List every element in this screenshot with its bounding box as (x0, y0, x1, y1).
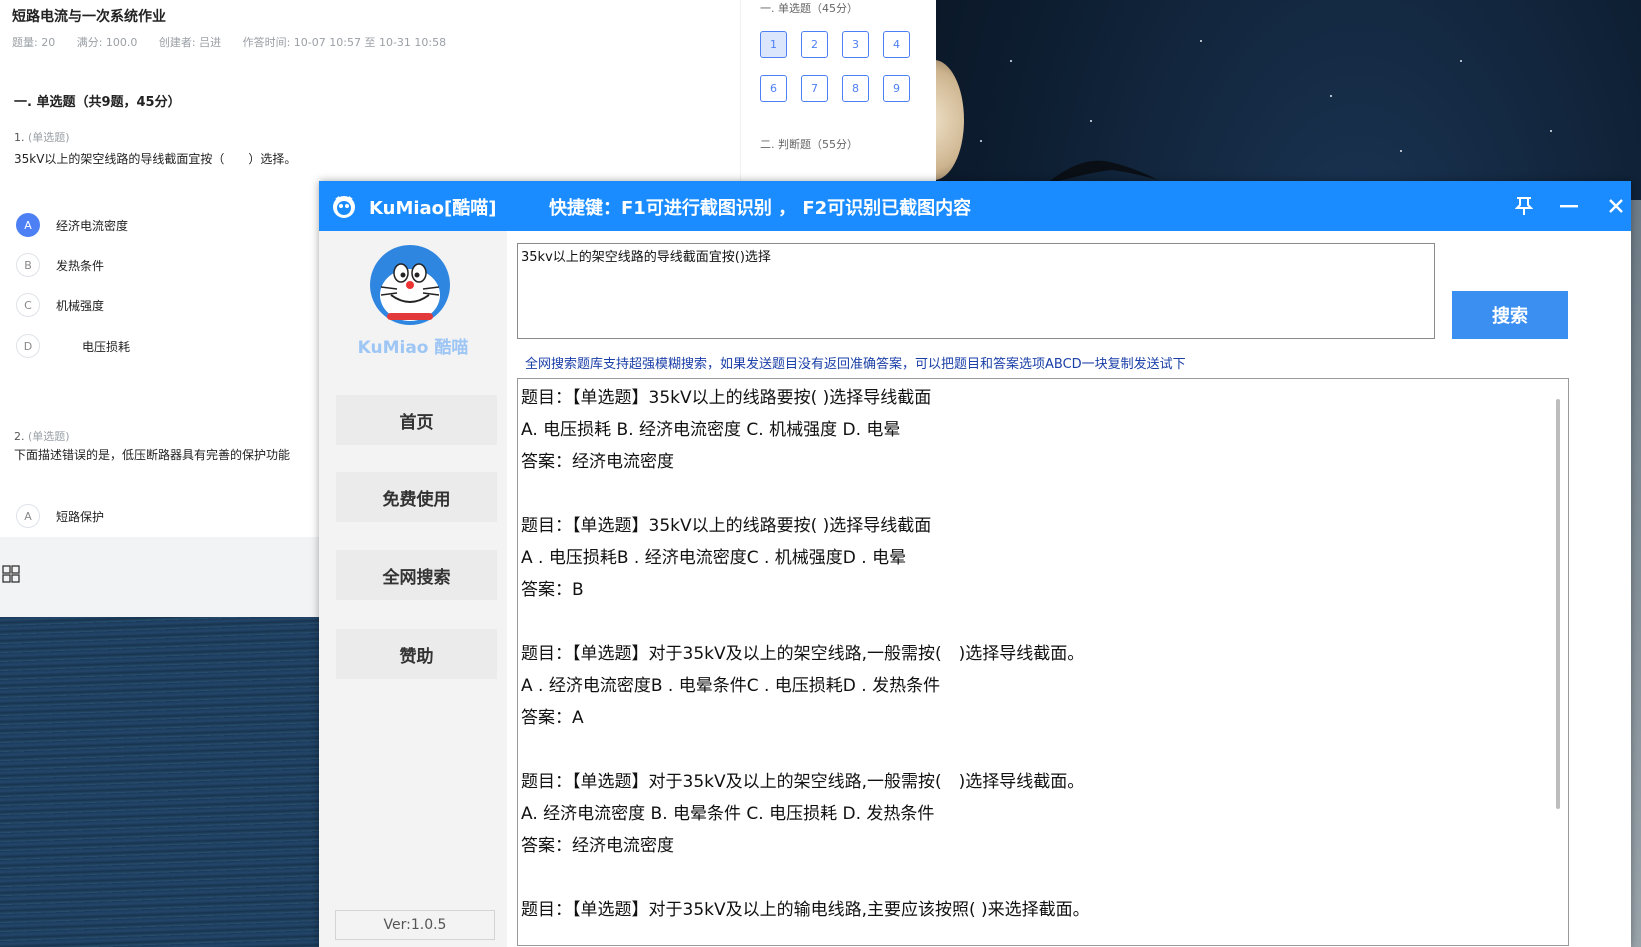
answer-sheet-section-2: 二. 判断题（55分） (760, 138, 858, 151)
option-label: 电压损耗 (82, 339, 131, 354)
wallpaper-star (1550, 130, 1552, 132)
search-button[interactable]: 搜索 (1452, 291, 1568, 339)
logo-text: KuMiao 酷喵 (357, 338, 469, 358)
question-2-number: 2. (14, 430, 25, 443)
option-label: 短路保护 (56, 509, 105, 524)
answer-sheet-q9[interactable]: 9 (883, 75, 910, 102)
title-bar[interactable]: KuMiao[酷喵] 快捷键：F1可进行截图识别 ， F2可识别已截图内容 (319, 181, 1631, 231)
result-line: A. 电压损耗 B. 经济电流密度 C. 机械强度 D. 电晕 (521, 420, 901, 440)
question-1-head: 1. (单选题) (14, 129, 70, 145)
wallpaper-star (1330, 95, 1332, 97)
wallpaper-star (1400, 150, 1402, 152)
quiz-full-score: 满分: 100.0 (76, 36, 138, 49)
desktop-wallpaper-edge (1630, 200, 1641, 947)
result-line: 题目：【单选题】35kV以上的线路要按( )选择导线截面 (521, 388, 932, 408)
quiz-count: 题量: 20 (12, 36, 56, 49)
answer-sheet-q4[interactable]: 4 (883, 31, 910, 58)
result-line: 答案：A (521, 708, 584, 728)
results-list: 题目：【单选题】35kV以上的线路要按( )选择导线截面 A. 电压损耗 B. 经… (521, 382, 1541, 926)
wallpaper-star (980, 140, 982, 142)
answer-sheet-q7[interactable]: 7 (801, 75, 828, 102)
main-content: 35kv以上的架空线路的导线截面宜按()选择 搜索 全网搜索题库支持超强模糊搜索… (507, 231, 1631, 947)
question-1-type: (单选题) (28, 131, 70, 144)
search-notice: 全网搜索题库支持超强模糊搜索，如果发送题目没有返回准确答案，可以把题目和答案选项… (525, 357, 1186, 372)
result-spacer (521, 862, 1541, 894)
option-letter[interactable]: B (16, 253, 40, 277)
option-letter[interactable]: A (16, 504, 40, 528)
answer-sheet-q3[interactable]: 3 (842, 31, 869, 58)
result-spacer (521, 606, 1541, 638)
nav-sponsor[interactable]: 赞助 (336, 629, 497, 679)
kumiao-window: KuMiao[酷喵] 快捷键：F1可进行截图识别 ， F2可识别已截图内容 Ku… (319, 181, 1631, 947)
app-name: KuMiao[酷喵] (369, 198, 497, 219)
wallpaper-star (1460, 60, 1462, 62)
result-line: 题目：【单选题】对于35kV及以上的架空线路,一般需按( )选择导线截面。 (521, 772, 1085, 792)
sidebar: KuMiao 酷喵 首页 免费使用 全网搜索 赞助 Ver:1.0.5 (319, 231, 507, 947)
wallpaper-star (1010, 60, 1012, 62)
wallpaper-star (1200, 40, 1202, 42)
question-2-type: (单选题) (28, 430, 70, 443)
results-scrollbar[interactable] (1556, 399, 1560, 809)
desktop-wallpaper-sea (0, 617, 330, 947)
nav-web-search[interactable]: 全网搜索 (336, 550, 497, 600)
nav-home[interactable]: 首页 (336, 395, 497, 445)
answer-sheet-q1[interactable]: 1 (760, 31, 787, 58)
question-input[interactable]: 35kv以上的架空线路的导线截面宜按()选择 (517, 243, 1435, 339)
question-1-number: 1. (14, 131, 25, 144)
results-box[interactable]: 题目：【单选题】35kV以上的线路要按( )选择导线截面 A. 电压损耗 B. 经… (517, 378, 1569, 946)
result-line: 题目：【单选题】35kV以上的线路要按( )选择导线截面 (521, 516, 932, 536)
option-label: 发热条件 (56, 258, 105, 273)
question-1-option-c[interactable]: C 机械强度 (16, 292, 104, 318)
result-spacer (521, 478, 1541, 510)
question-1-option-b[interactable]: B 发热条件 (16, 252, 104, 278)
wallpaper-star (1090, 120, 1092, 122)
quiz-time: 作答时间: 10-07 10:57 至 10-31 10:58 (242, 36, 447, 49)
answer-sheet-q2[interactable]: 2 (801, 31, 828, 58)
result-line: 答案：经济电流密度 (521, 452, 674, 472)
section-title: 一. 单选题（共9题，45分） (14, 95, 181, 110)
question-1-option-a[interactable]: A 经济电流密度 (16, 212, 128, 238)
option-letter[interactable]: D (16, 334, 40, 358)
nav-free-use[interactable]: 免费使用 (336, 472, 497, 522)
question-2-text: 下面描述错误的是，低压断路器具有完善的保护功能 (14, 448, 291, 462)
result-line: 答案：B (521, 580, 584, 600)
result-line: A . 电压损耗B . 经济电流密度C . 机械强度D . 电晕 (521, 548, 907, 568)
kumiao-logo-icon (333, 196, 355, 218)
question-2-option-a[interactable]: A 短路保护 (16, 503, 104, 529)
question-2-head: 2. (单选题) (14, 428, 70, 444)
result-line: 题目：【单选题】对于35kV及以上的架空线路,一般需按( )选择导线截面。 (521, 644, 1085, 664)
pin-icon[interactable] (1509, 191, 1539, 221)
result-line: 答案：经济电流密度 (521, 836, 674, 856)
quiz-title: 短路电流与一次系统作业 (12, 9, 166, 25)
question-1-option-d[interactable]: D 电压损耗 (16, 333, 130, 359)
quiz-footer-bar (0, 537, 330, 617)
quiz-creator: 创建者: 吕进 (158, 36, 222, 49)
kumiao-avatar-logo (370, 245, 450, 325)
result-spacer (521, 734, 1541, 766)
grid-icon[interactable] (2, 565, 20, 583)
answer-sheet-q6[interactable]: 6 (760, 75, 787, 102)
quiz-meta: 题量: 20 满分: 100.0 创建者: 吕进 作答时间: 10-07 10:… (12, 34, 464, 50)
result-line: A . 经济电流密度B . 电晕条件C . 电压损耗D . 发热条件 (521, 676, 941, 696)
version-label: Ver:1.0.5 (335, 910, 495, 940)
result-line: A. 经济电流密度 B. 电晕条件 C. 电压损耗 D. 发热条件 (521, 804, 935, 824)
option-letter[interactable]: C (16, 293, 40, 317)
option-label: 机械强度 (56, 298, 105, 313)
shortcut-hint: 快捷键：F1可进行截图识别 ， F2可识别已截图内容 (549, 198, 972, 219)
option-letter[interactable]: A (16, 213, 40, 237)
result-line: 题目：【单选题】对于35kV及以上的输电线路,主要应该按照( )来选择截面。 (521, 900, 1090, 920)
question-1-text: 35kV以上的架空线路的导线截面宜按（ ）选择。 (14, 152, 297, 166)
answer-sheet-section-1: 一. 单选题（45分） (760, 2, 858, 15)
answer-sheet-q8[interactable]: 8 (842, 75, 869, 102)
minimize-icon[interactable] (1554, 191, 1584, 221)
close-icon[interactable] (1601, 191, 1631, 221)
option-label: 经济电流密度 (56, 218, 129, 233)
